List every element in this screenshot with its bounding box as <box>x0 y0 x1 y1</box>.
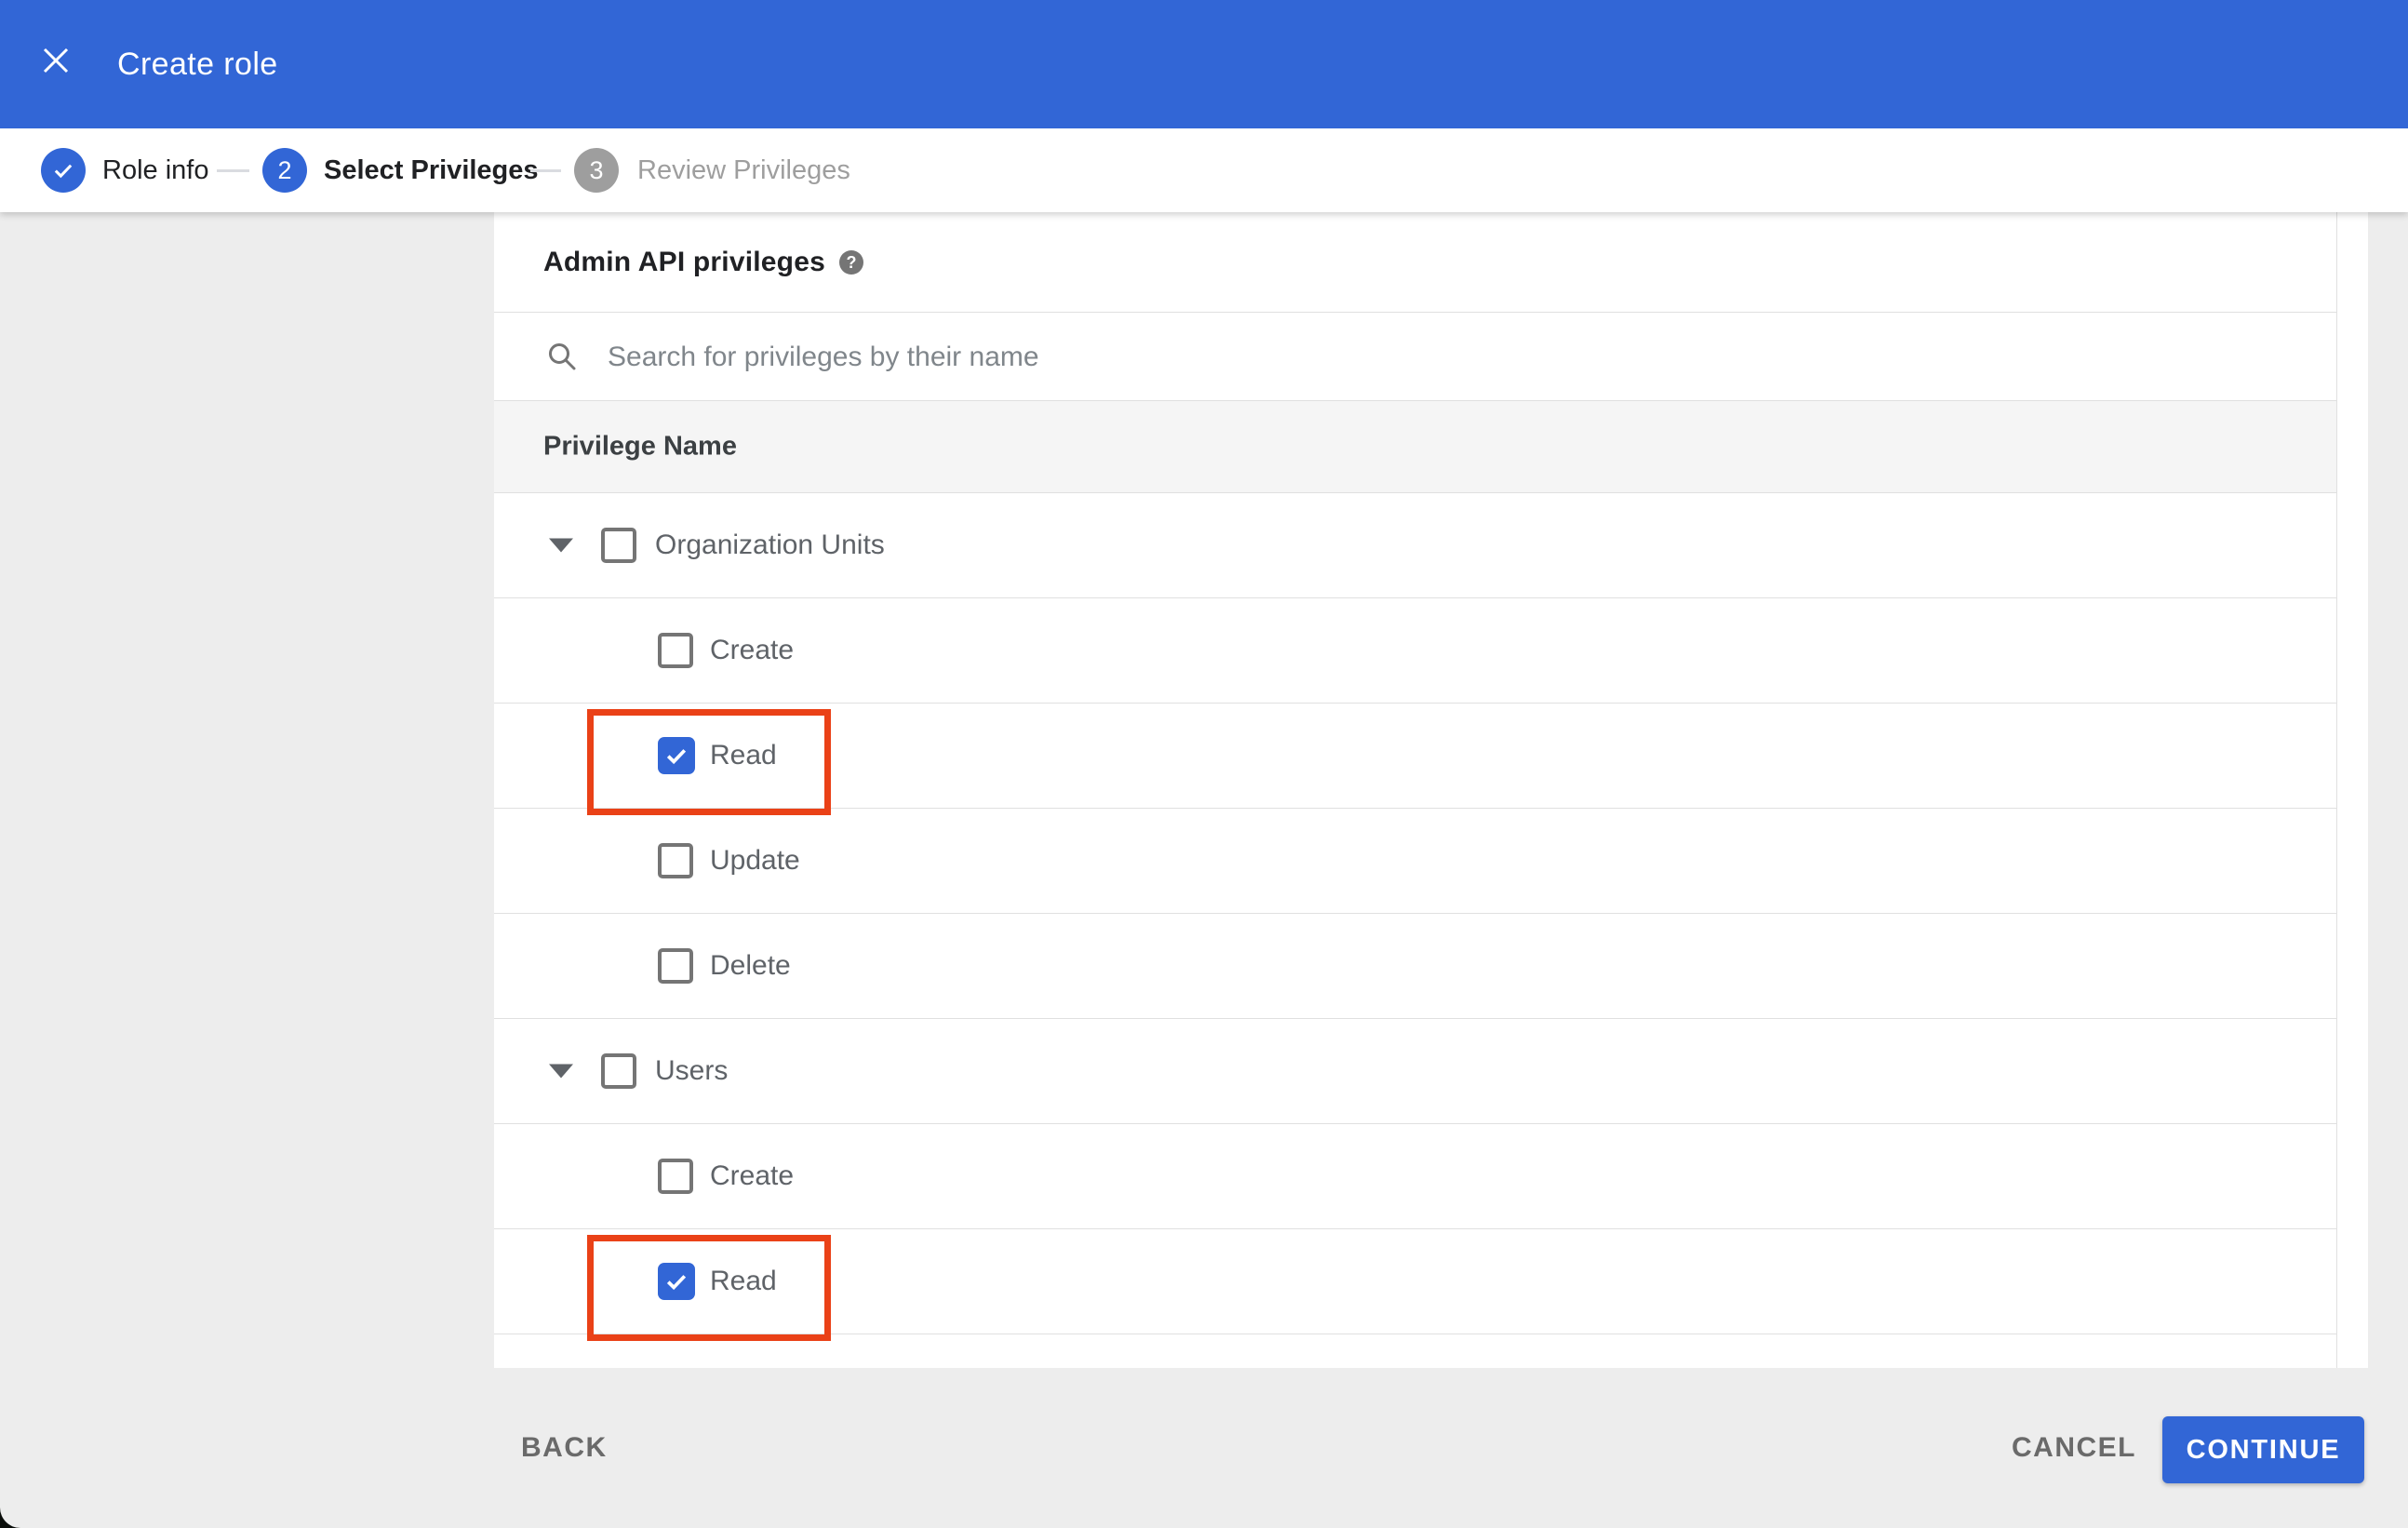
checkbox-users-create[interactable] <box>658 1159 693 1194</box>
table-header-row: Privilege Name <box>494 401 2336 493</box>
row-label: Organization Units <box>655 529 885 560</box>
row-label: Update <box>710 845 800 876</box>
checkbox-org-units-delete[interactable] <box>658 948 693 984</box>
help-icon[interactable]: ? <box>839 250 863 275</box>
step-connector <box>530 169 561 172</box>
continue-button[interactable]: CONTINUE <box>2162 1416 2364 1483</box>
checkbox-organization-units[interactable] <box>601 528 636 563</box>
column-header-privilege-name: Privilege Name <box>543 431 737 462</box>
row-label: Delete <box>710 950 791 981</box>
page-title: Create role <box>117 46 278 82</box>
checkbox-org-units-update[interactable] <box>658 843 693 878</box>
checkbox-org-units-read[interactable] <box>658 737 695 774</box>
checkbox-users[interactable] <box>601 1053 636 1089</box>
privileges-table: Admin API privileges ? Privilege Name Or… <box>494 212 2337 1368</box>
stepper: Role info 2 Select Privileges 3 Review P… <box>0 128 2408 212</box>
table-row-group: Users <box>494 1019 2336 1124</box>
section-header: Admin API privileges ? <box>494 212 2336 313</box>
row-label: Read <box>710 1266 777 1296</box>
table-row: Read <box>494 1229 2336 1341</box>
screen-corner <box>0 1506 22 1528</box>
step-connector <box>217 169 249 172</box>
table-row: Delete <box>494 914 2336 1019</box>
check-icon <box>54 164 73 179</box>
table-row-group: Organization Units <box>494 493 2336 598</box>
section-title: Admin API privileges <box>543 246 825 277</box>
footer-bar: BACK CANCEL CONTINUE <box>0 1368 2408 1528</box>
table-row: Read <box>494 704 2336 815</box>
collapse-arrow-icon[interactable] <box>549 1064 573 1079</box>
step-3-label[interactable]: Review Privileges <box>637 128 850 212</box>
step-2-label[interactable]: Select Privileges <box>324 128 539 212</box>
step-1-indicator[interactable] <box>41 148 86 193</box>
back-button[interactable]: BACK <box>521 1368 608 1528</box>
search-bar <box>494 313 2336 401</box>
checkbox-users-read[interactable] <box>658 1263 695 1300</box>
highlight-box <box>587 709 831 815</box>
search-icon <box>549 343 576 370</box>
table-row: Create <box>494 598 2336 704</box>
step-3-indicator[interactable]: 3 <box>574 148 619 193</box>
search-input[interactable] <box>608 313 2189 401</box>
table-row: Create <box>494 1124 2336 1229</box>
app-bar: Create role <box>0 0 2408 128</box>
collapse-arrow-icon[interactable] <box>549 538 573 553</box>
checkbox-org-units-create[interactable] <box>658 633 693 668</box>
close-icon <box>43 47 69 74</box>
row-label: Create <box>710 1160 795 1191</box>
step-1-label[interactable]: Role info <box>102 128 208 212</box>
row-label: Users <box>655 1055 729 1086</box>
highlight-box <box>587 1235 831 1341</box>
row-label: Read <box>710 740 777 771</box>
step-2-indicator[interactable]: 2 <box>262 148 307 193</box>
content-card: Admin API privileges ? Privilege Name Or… <box>494 212 2368 1368</box>
table-row: Update <box>494 809 2336 914</box>
row-label: Create <box>710 635 795 665</box>
table-row <box>494 1334 2336 1368</box>
cancel-button[interactable]: CANCEL <box>2012 1368 2136 1528</box>
close-button[interactable] <box>28 33 84 88</box>
